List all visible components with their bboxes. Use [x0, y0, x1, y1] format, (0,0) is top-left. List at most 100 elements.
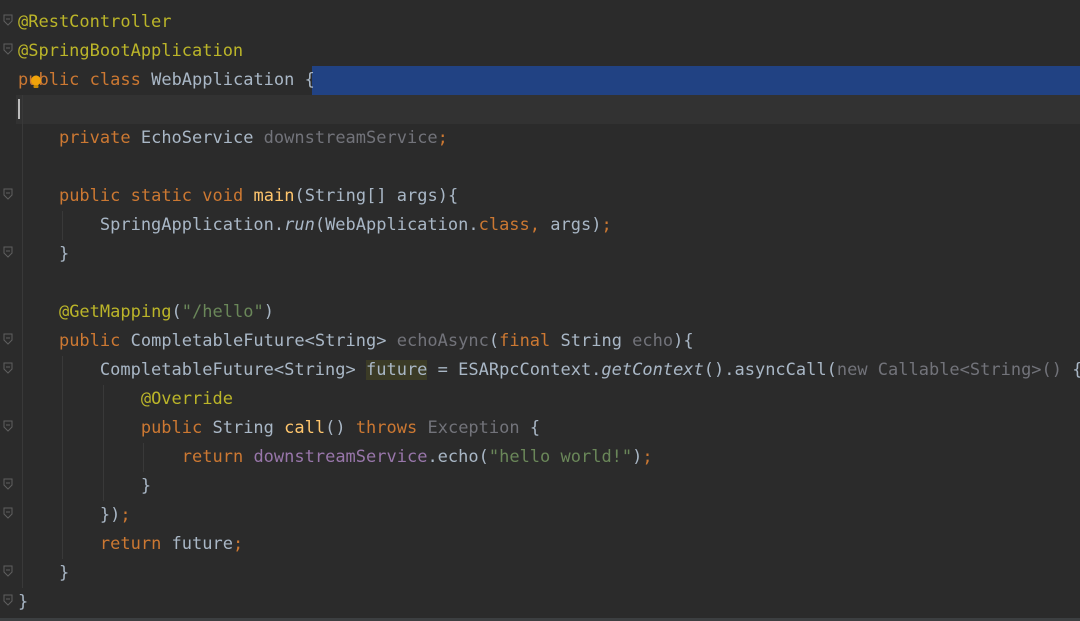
fold-marker-icon[interactable] — [3, 420, 13, 432]
code-token: ; — [232, 534, 244, 554]
code-line-7[interactable]: public static void main(String[] args){ — [18, 182, 458, 211]
code-token: EchoService — [130, 128, 264, 148]
code-token: args) — [550, 215, 602, 235]
code-token: echoAsync — [396, 331, 489, 351]
code-token: getContext — [601, 360, 704, 380]
code-token: main — [253, 186, 295, 206]
code-token: CompletableFuture<String> — [120, 331, 397, 351]
code-token: "hello world!" — [488, 447, 633, 467]
code-token: return — [181, 447, 244, 467]
code-line-18[interactable]: }); — [18, 501, 131, 530]
code-token: "/hello" — [181, 302, 264, 322]
code-token: ; — [601, 215, 612, 235]
fold-marker-icon[interactable] — [3, 594, 13, 606]
code-line-16[interactable]: return downstreamService.echo("hello wor… — [18, 443, 653, 472]
code-token: private — [58, 128, 131, 148]
code-token: (String[] args){ — [294, 186, 459, 206]
code-token: throws — [355, 418, 418, 438]
code-line-1[interactable]: @RestController — [18, 8, 172, 37]
code-token: call — [284, 418, 326, 438]
code-token: Exception — [427, 418, 520, 438]
code-token: , — [529, 215, 551, 235]
code-token: @SpringBootApplication — [18, 41, 244, 61]
code-token: SpringApplication. — [18, 215, 285, 235]
code-token: void — [202, 186, 244, 206]
code-token: ; — [642, 447, 653, 467]
code-token: ( — [488, 331, 500, 351]
code-line-2[interactable]: @SpringBootApplication — [18, 37, 243, 66]
code-token: ){ — [673, 331, 694, 351]
code-token: = ESARpcContext. — [427, 360, 602, 380]
fold-marker-icon[interactable] — [3, 478, 13, 490]
code-token: ().asyncCall( — [703, 360, 837, 380]
fold-marker-icon[interactable] — [3, 507, 13, 519]
code-token: ( — [171, 302, 182, 322]
code-line-17[interactable]: } — [18, 472, 151, 501]
code-line-20[interactable]: } — [18, 559, 69, 588]
code-line-8[interactable]: SpringApplication.run(WebApplication.cla… — [18, 211, 612, 240]
code-line-13[interactable]: CompletableFuture<String> future = ESARp… — [18, 356, 1080, 385]
code-token: class — [478, 215, 530, 235]
code-token: { — [1072, 360, 1080, 380]
code-token: new Callable<String>() — [836, 360, 1073, 380]
code-token: () — [325, 418, 356, 438]
code-token: public — [140, 418, 203, 438]
code-token: public — [58, 331, 121, 351]
code-line-9[interactable]: } — [18, 240, 69, 269]
code-line-21[interactable]: } — [18, 588, 28, 617]
code-token: @GetMapping — [58, 302, 172, 322]
text-caret — [18, 99, 20, 119]
code-token: class — [89, 70, 141, 90]
code-token: ; — [437, 128, 448, 148]
code-token: .echo( — [427, 447, 489, 467]
code-line-12[interactable]: public CompletableFuture<String> echoAsy… — [18, 327, 694, 356]
code-token: @RestController — [18, 12, 172, 32]
editor-gutter[interactable] — [0, 0, 16, 621]
code-line-3[interactable]: public class WebApplication { — [18, 66, 315, 95]
fold-marker-icon[interactable] — [3, 565, 13, 577]
fold-marker-icon[interactable] — [3, 362, 13, 374]
fold-marker-icon[interactable] — [3, 14, 13, 26]
code-token: } — [18, 244, 70, 264]
code-token: future — [366, 360, 428, 380]
code-token: ; — [120, 505, 131, 525]
code-token: public — [58, 186, 121, 206]
fold-marker-icon[interactable] — [3, 333, 13, 345]
code-token: ) — [263, 302, 274, 322]
code-token: downstreamService — [263, 128, 438, 148]
fold-marker-icon[interactable] — [3, 246, 13, 258]
code-token: run — [284, 215, 315, 235]
text-selection — [312, 66, 1080, 95]
lightbulb-icon[interactable] — [30, 74, 42, 88]
code-line-11[interactable]: @GetMapping("/hello") — [18, 298, 274, 327]
code-token: CompletableFuture<String> — [18, 360, 366, 380]
code-token: String — [202, 418, 285, 438]
code-token: future — [161, 534, 233, 554]
code-token: (WebApplication. — [314, 215, 479, 235]
code-token: WebApplication { — [140, 70, 315, 90]
code-line-15[interactable]: public String call() throws Exception { — [18, 414, 540, 443]
code-token: String — [550, 331, 633, 351]
code-editor[interactable]: @RestController @SpringBootApplication pub… — [0, 0, 1080, 621]
code-line-14[interactable]: @Override — [18, 385, 233, 414]
code-token: } — [18, 476, 152, 496]
fold-marker-icon[interactable] — [3, 43, 13, 55]
code-line-19[interactable]: return future; — [18, 530, 243, 559]
code-line-5[interactable]: private EchoService downstreamService; — [18, 124, 448, 153]
code-token: final — [499, 331, 551, 351]
fold-marker-icon[interactable] — [3, 188, 13, 200]
code-token: downstreamService — [253, 447, 428, 467]
